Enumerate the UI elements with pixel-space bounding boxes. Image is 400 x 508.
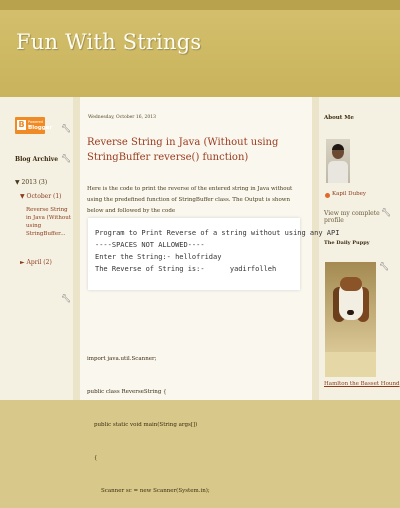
archive-year-2013[interactable]: ▼ 2013 (3) <box>15 179 47 186</box>
powered-by-blogger-badge[interactable]: B Powered by Blogger <box>15 117 52 134</box>
blogger-logo-icon: B <box>17 120 26 130</box>
post-date: Wednesday, October 16, 2013 <box>88 115 156 120</box>
left-divider <box>73 97 80 400</box>
archive-month-april[interactable]: ► April (2) <box>20 259 52 266</box>
blogger-profile-icon <box>325 193 330 198</box>
blog-title[interactable]: Fun With Strings <box>16 30 201 54</box>
output-line: Enter the String:- hellofriday <box>95 253 222 261</box>
avatar-hair <box>332 144 344 150</box>
puppy-nose <box>347 310 354 315</box>
wrench-icon[interactable]: 🔧︎ <box>379 262 389 271</box>
post-intro: Here is the code to print the reverse of… <box>87 186 293 214</box>
output-line: The Reverse of String is:- yadirfolleh <box>95 265 277 273</box>
code-line: Scanner sc = new Scanner(System.in); <box>87 488 210 494</box>
code-line: { <box>87 455 98 461</box>
code-line: import java.util.Scanner; <box>87 356 157 362</box>
wrench-icon[interactable]: 🔧︎ <box>381 208 391 217</box>
blog-header: Fun With Strings <box>0 0 400 97</box>
author-name-link[interactable]: Kapil Dubey <box>332 191 366 197</box>
output-line: ----SPACES NOT ALLOWED---- <box>95 241 205 249</box>
archive-month-october[interactable]: ▼ October (1) <box>20 193 62 200</box>
puppy-caption-link[interactable]: Hamlton the Basset Hound <box>324 381 400 387</box>
code-line: public class ReverseString { <box>87 389 167 395</box>
daily-puppy-title: The Daily Puppy <box>324 240 370 246</box>
puppy-image[interactable] <box>325 262 376 377</box>
output-line: Program to Print Reverse of a string wit… <box>95 229 340 237</box>
left-sidebar <box>0 97 73 400</box>
output-box: Program to Print Reverse of a string wit… <box>88 218 339 290</box>
post-title[interactable]: Reverse String in Java (Without using St… <box>87 135 307 165</box>
badge-brand-text: Blogger <box>28 125 53 131</box>
avatar-body <box>328 161 348 183</box>
code-block: import java.util.Scanner; public class R… <box>87 332 307 508</box>
right-divider <box>312 97 319 400</box>
archive-post-link[interactable]: Reverse String in Java (Without using St… <box>26 206 71 238</box>
header-top-bar <box>0 0 400 10</box>
wrench-icon[interactable]: 🔧︎ <box>61 124 71 133</box>
about-me-title: About Me <box>324 115 354 121</box>
wrench-icon[interactable]: 🔧︎ <box>61 154 71 163</box>
avatar[interactable] <box>326 139 350 183</box>
code-line: public static void main(String args[]) <box>87 422 198 428</box>
wrench-icon[interactable]: 🔧︎ <box>61 294 71 303</box>
puppy-ground <box>325 352 376 377</box>
archive-title: Blog Archive <box>15 156 59 163</box>
puppy-spot <box>340 277 362 291</box>
